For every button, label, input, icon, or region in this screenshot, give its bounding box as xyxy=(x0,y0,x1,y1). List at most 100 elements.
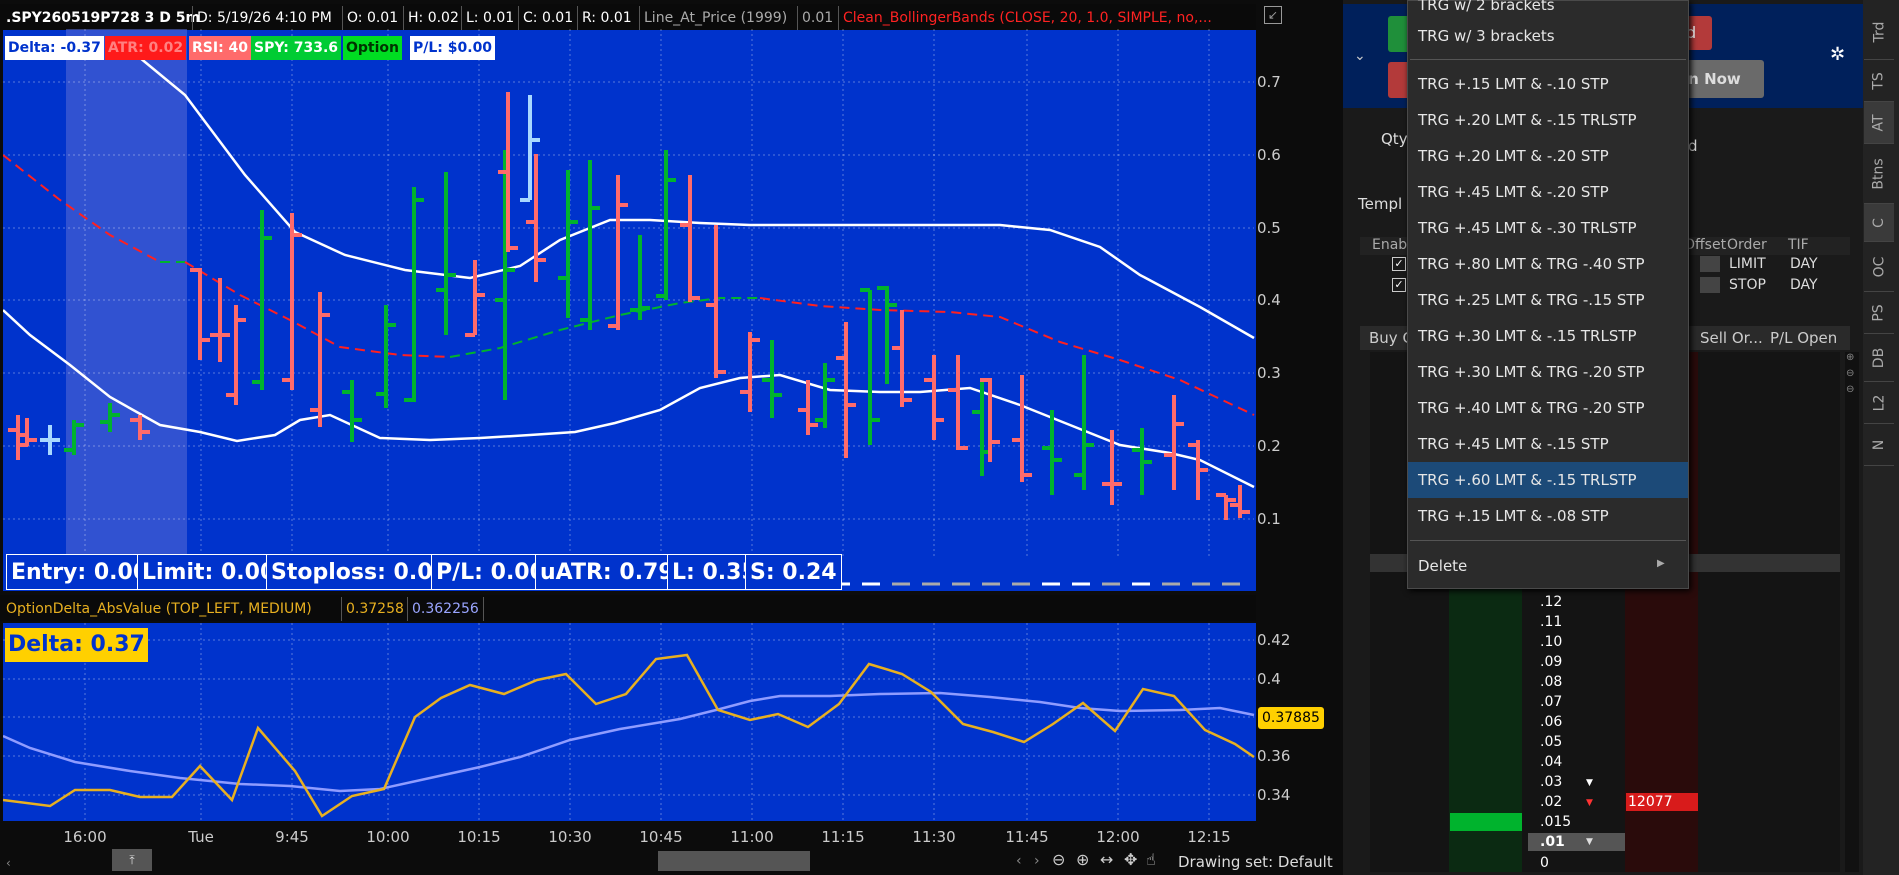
qty-suffix: d xyxy=(1688,137,1698,155)
side-tab-ts[interactable]: TS xyxy=(1864,60,1894,102)
ladder-price[interactable]: .09 xyxy=(1540,654,1562,670)
menu-item-template[interactable]: TRG +.45 LMT & -.20 STP xyxy=(1408,174,1688,210)
pl-open-column-header[interactable]: P/L Open xyxy=(1770,329,1837,347)
ohlc-bar xyxy=(608,175,628,330)
ladder-zoom-icon[interactable]: ⊕ xyxy=(1846,352,1854,363)
menu-item-template[interactable]: TRG +.40 LMT & TRG -.20 STP xyxy=(1408,390,1688,426)
menu-item-template[interactable]: TRG +.30 LMT & TRG -.20 STP xyxy=(1408,354,1688,390)
bollinger-middle-2 xyxy=(184,261,451,358)
time-tick: 11:30 xyxy=(912,828,956,846)
ohlc-bar xyxy=(1132,428,1152,495)
time-tick: 11:15 xyxy=(821,828,865,846)
zoom-out-icon[interactable]: ⊖ xyxy=(1052,850,1065,869)
ohlc-bar xyxy=(630,235,650,320)
menu-item-template[interactable]: TRG +.20 LMT & -.15 TRLSTP xyxy=(1408,102,1688,138)
delta-value-label: Delta: 0.37 xyxy=(5,628,148,662)
ladder-scrollbar[interactable] xyxy=(1845,352,1859,872)
menu-item-delete[interactable]: Delete xyxy=(1408,548,1688,584)
scroll-right-icon[interactable]: ‹ xyxy=(1016,853,1022,869)
entry-pl-label: P/L: 0.00 xyxy=(431,554,550,590)
ladder-price[interactable]: .02 xyxy=(1540,794,1562,810)
limit-order-type[interactable]: LIMIT xyxy=(1729,256,1766,272)
side-tab-trd[interactable]: Trd xyxy=(1864,5,1894,60)
price-chart[interactable] xyxy=(3,29,1256,591)
offset-stepper[interactable] xyxy=(1700,277,1720,293)
price-tick: 0.7 xyxy=(1257,73,1281,91)
delta-tick: 0.4 xyxy=(1257,670,1281,688)
stop-tif[interactable]: DAY xyxy=(1790,277,1818,293)
ohlc-bar xyxy=(656,150,676,300)
ladder-price[interactable]: .10 xyxy=(1540,634,1562,650)
ladder-zoom-icon[interactable]: ⊖ xyxy=(1846,384,1854,395)
ladder-price[interactable]: .015 xyxy=(1540,814,1571,830)
menu-item-template[interactable]: TRG +.45 LMT & -.30 TRLSTP xyxy=(1408,210,1688,246)
pan-icon[interactable]: ↔ xyxy=(1100,850,1113,869)
price-tick: 0.5 xyxy=(1257,219,1281,237)
menu-item-template-highlighted[interactable]: TRG +.60 LMT & -.15 TRLSTP xyxy=(1408,462,1688,498)
ohlc-bar xyxy=(580,160,600,330)
menu-item-template[interactable]: TRG +.25 LMT & TRG -.15 STP xyxy=(1408,282,1688,318)
menu-item-template[interactable]: TRG +.30 LMT & -.15 TRLSTP xyxy=(1408,318,1688,354)
bracket-enable-checkbox[interactable]: ✓ xyxy=(1392,257,1406,271)
ladder-price-current[interactable]: .01 xyxy=(1540,834,1565,850)
delta-chart[interactable] xyxy=(3,623,1256,821)
zoom-in-icon[interactable]: ⊕ xyxy=(1076,850,1089,869)
scroll-left-icon[interactable]: ‹ xyxy=(6,856,11,870)
sell-orders-column-header[interactable]: Sell Or... xyxy=(1700,329,1763,347)
delta-study-label[interactable]: OptionDelta_AbsValue (TOP_LEFT, MEDIUM) xyxy=(2,597,316,621)
side-tab-at[interactable]: AT xyxy=(1864,102,1894,144)
side-tab-db[interactable]: DB xyxy=(1864,334,1894,382)
ladder-price[interactable]: .08 xyxy=(1540,674,1562,690)
expand-icon[interactable]: ↙ xyxy=(1264,6,1282,24)
gear-icon[interactable]: ✲ xyxy=(1830,44,1845,65)
ladder-price[interactable]: .12 xyxy=(1540,594,1562,610)
menu-item-template[interactable]: TRG +.15 LMT & -.08 STP xyxy=(1408,498,1688,534)
delta-tick: 0.42 xyxy=(1257,631,1291,649)
study-line-at-price[interactable]: Line_At_Price (1999) xyxy=(639,6,791,30)
ohlc-bar xyxy=(376,305,396,408)
price-grid xyxy=(3,29,1254,558)
ladder-price[interactable]: .11 xyxy=(1540,614,1562,630)
ladder-price[interactable]: .07 xyxy=(1540,694,1562,710)
crosshair-icon[interactable]: ✥ xyxy=(1124,850,1137,869)
ladder-price[interactable]: .03 xyxy=(1540,774,1562,790)
collapse-chevron-icon[interactable]: ⌄ xyxy=(1354,48,1366,64)
menu-item-template[interactable]: TRG +.15 LMT & -.10 STP xyxy=(1408,66,1688,102)
limit-tif[interactable]: DAY xyxy=(1790,256,1818,272)
jump-to-start-button[interactable]: ⤒ xyxy=(112,849,152,871)
side-tab-ps[interactable]: PS xyxy=(1864,292,1894,334)
offset-column-header: Offset xyxy=(1684,237,1727,253)
menu-item-template[interactable]: TRG +.45 LMT & -.15 STP xyxy=(1408,426,1688,462)
side-tab-l2[interactable]: L2 xyxy=(1864,382,1894,424)
side-tab-c[interactable]: C xyxy=(1864,204,1894,242)
ohlc-bar xyxy=(948,355,968,450)
ladder-price[interactable]: .04 xyxy=(1540,754,1562,770)
menu-item-3-brackets[interactable]: TRG w/ 3 brackets xyxy=(1408,18,1688,54)
ohlc-bar xyxy=(404,187,424,402)
ladder-price[interactable]: .06 xyxy=(1540,714,1562,730)
scroll-right-icon[interactable]: › xyxy=(1034,853,1040,869)
time-tick: 9:45 xyxy=(275,828,309,846)
study-line-at-price-value: 0.01 xyxy=(797,6,837,30)
bracket-enable-checkbox[interactable]: ✓ xyxy=(1392,278,1406,292)
atr-label: ATR: 0.02 xyxy=(105,36,187,60)
send-now-button[interactable]: en Now xyxy=(1676,60,1764,98)
open-label: O: 0.01 xyxy=(342,6,402,30)
hand-icon[interactable]: ☝ xyxy=(1146,850,1156,869)
ask-size-marker-icon: ▼ xyxy=(1586,778,1593,788)
side-tab-btns[interactable]: Btns xyxy=(1864,144,1894,204)
scrollbar-thumb[interactable] xyxy=(658,851,810,871)
ladder-price[interactable]: 0 xyxy=(1540,855,1549,871)
study-bollinger[interactable]: Clean_BollingerBands (CLOSE, 20, 1.0, SI… xyxy=(838,6,1216,30)
cancel-button[interactable]: d xyxy=(1686,16,1712,50)
symbol-label[interactable]: .SPY260519P728 3 D 5m xyxy=(2,6,204,30)
offset-stepper[interactable] xyxy=(1700,256,1720,272)
side-tab-oc[interactable]: OC xyxy=(1864,242,1894,292)
side-tab-n[interactable]: N xyxy=(1864,424,1894,466)
drawing-set-label[interactable]: Drawing set: Default xyxy=(1178,853,1333,871)
ladder-zoom-icon[interactable]: ⊖ xyxy=(1846,368,1854,379)
stop-order-type[interactable]: STOP xyxy=(1729,277,1766,293)
menu-item-template[interactable]: TRG +.20 LMT & -.20 STP xyxy=(1408,138,1688,174)
ladder-price[interactable]: .05 xyxy=(1540,734,1562,750)
menu-item-template[interactable]: TRG +.80 LMT & TRG -.40 STP xyxy=(1408,246,1688,282)
